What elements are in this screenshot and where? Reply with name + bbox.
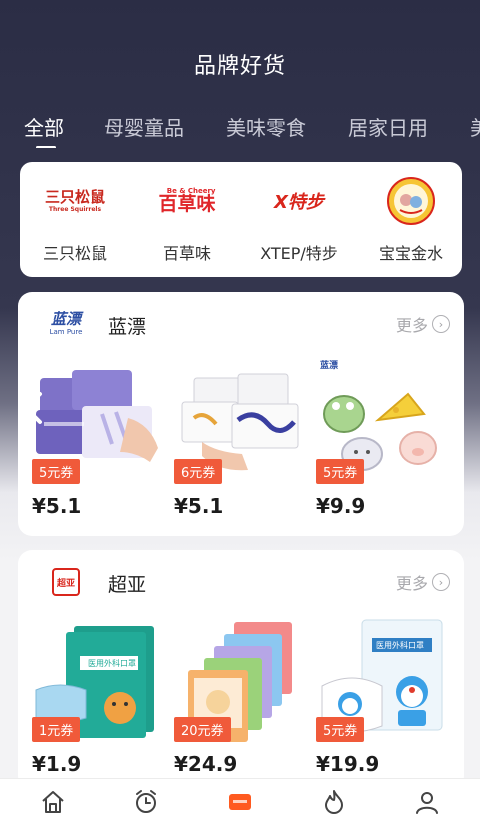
alarm-clock-icon — [136, 790, 156, 813]
product-item[interactable]: 5元券 ¥5.1 — [32, 358, 164, 518]
brand-item-xtep[interactable]: X特步 XTEP/特步 — [244, 176, 354, 264]
product-price: ¥19.9 — [316, 752, 380, 776]
colored-mask-packs-image: 20元券 — [174, 616, 306, 746]
lanpiao-logo: 蓝漂 Lam Pure — [49, 310, 83, 336]
brand-name: 百草味 — [162, 244, 211, 263]
tab-mother-baby[interactable]: 母婴童品 — [104, 112, 184, 141]
tab-beauty[interactable]: 美 — [470, 112, 480, 141]
carousel-prev-button[interactable] — [18, 388, 48, 428]
more-link[interactable]: 更多 › — [396, 570, 450, 594]
coupon-active-icon — [229, 794, 251, 810]
nav-profile[interactable] — [412, 787, 442, 816]
product-price: ¥1.9 — [32, 752, 82, 776]
store-card-header: 超亚 超亚 更多 › — [18, 550, 464, 614]
product-price: ¥5.1 — [174, 494, 224, 518]
store-card-header: 蓝漂 Lam Pure 蓝漂 更多 › — [18, 292, 464, 356]
baobao-jinshui-logo — [356, 176, 462, 226]
product-item[interactable]: 医用外科口罩 5元券 ¥19.9 — [316, 616, 448, 776]
brand-item-baobao-jinshui[interactable]: 宝宝金水 — [356, 176, 462, 264]
product-price: ¥9.9 — [316, 494, 366, 518]
tissue-pack-image: 5元券 — [32, 358, 164, 488]
store-name: 蓝漂 — [108, 316, 147, 338]
product-price: ¥24.9 — [174, 752, 238, 776]
store-card-lanpiao: 蓝漂 Lam Pure 蓝漂 更多 › 5元券 ¥5.1 6元券 ¥5.1 蓝漂… — [18, 292, 464, 536]
brand-name: 宝宝金水 — [378, 244, 443, 263]
brand-item-three-squirrels[interactable]: 三只松鼠 Three Squirrels 三只松鼠 — [20, 176, 130, 264]
tab-all[interactable]: 全部 — [24, 112, 64, 141]
bottom-navigation — [0, 778, 480, 816]
nav-hot[interactable] — [319, 787, 349, 816]
image-brand-mark: 蓝漂 — [320, 361, 339, 371]
xtep-logo: X特步 — [274, 192, 324, 213]
three-squirrels-logo: 三只松鼠 Three Squirrels — [44, 187, 105, 213]
image-label: 医用外科口罩 — [376, 641, 424, 650]
more-link[interactable]: 更多 › — [396, 312, 450, 336]
coupon-badge: 1元券 — [32, 717, 81, 742]
coupon-badge: 6元券 — [174, 459, 223, 484]
brand-item-be-cheery[interactable]: Be & Cheery 百草味 百草味 — [132, 176, 242, 264]
category-tabs: 全部 母婴童品 美味零食 居家日用 美 — [0, 108, 480, 148]
store-card-chaoya: 超亚 超亚 更多 › 医用外科口罩 1元券 ¥1.9 20元券 ¥24.9 医用… — [18, 550, 464, 790]
doraemon-mask-image: 医用外科口罩 5元券 — [316, 616, 448, 746]
product-item[interactable]: 20元券 ¥24.9 — [174, 616, 306, 776]
chevron-right-icon: › — [432, 315, 450, 333]
flame-icon — [325, 790, 343, 814]
nav-coupon[interactable] — [225, 787, 255, 816]
product-price: ¥5.1 — [32, 494, 82, 518]
active-tab-indicator — [36, 146, 56, 148]
product-item[interactable]: 医用外科口罩 1元券 ¥1.9 — [32, 616, 164, 776]
brand-name: 三只松鼠 — [42, 244, 107, 263]
coupon-badge: 20元券 — [174, 717, 231, 742]
cartoon-stickers-image: 蓝漂 5元券 — [316, 358, 448, 488]
store-name: 超亚 — [108, 574, 147, 596]
coupon-badge: 5元券 — [316, 459, 365, 484]
image-label: 医用外科口罩 — [88, 659, 136, 668]
brand-strip: 三只松鼠 Three Squirrels 三只松鼠 Be & Cheery 百草… — [20, 162, 462, 277]
page-title: 品牌好货 — [193, 54, 286, 79]
user-icon — [416, 792, 438, 814]
tab-household[interactable]: 居家日用 — [348, 112, 428, 141]
be-cheery-logo: Be & Cheery 百草味 — [158, 187, 216, 215]
nav-alarm[interactable] — [131, 787, 161, 816]
brand-name: XTEP/特步 — [260, 244, 338, 263]
chevron-right-icon: › — [432, 573, 450, 591]
product-item[interactable]: 6元券 ¥5.1 — [174, 358, 306, 518]
tab-snacks[interactable]: 美味零食 — [226, 112, 306, 141]
chaoya-logo: 超亚 — [42, 566, 90, 598]
coupon-badge: 5元券 — [316, 717, 365, 742]
home-icon — [42, 791, 64, 813]
nav-home[interactable] — [38, 787, 68, 816]
chevron-left-icon — [23, 392, 42, 424]
product-item[interactable]: 蓝漂 5元券 ¥9.9 — [316, 358, 448, 518]
tissue-boxes-image: 6元券 — [174, 358, 306, 488]
mask-pack-image: 医用外科口罩 1元券 — [32, 616, 164, 746]
coupon-badge: 5元券 — [32, 459, 81, 484]
